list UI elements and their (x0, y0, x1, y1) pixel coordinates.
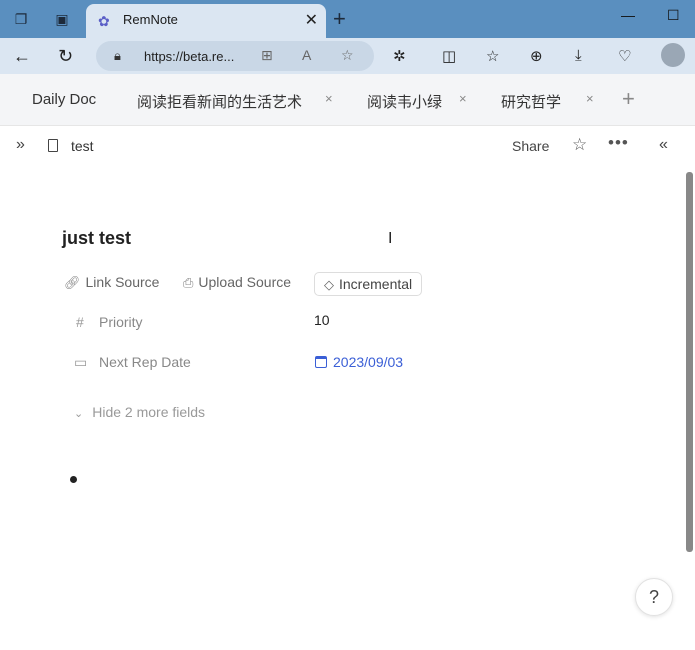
upload-source-label: Upload Source (198, 274, 292, 290)
help-button[interactable]: ? (635, 578, 673, 616)
app-available-icon[interactable]: ⊞ (261, 47, 273, 64)
link-icon: 🔗︎ (64, 275, 81, 290)
page-title[interactable]: just test (62, 228, 131, 249)
next-rep-date-label: Next Rep Date (99, 354, 191, 370)
browser-toolbar: ← ↻ 🔒︎ https://beta.re... ⊞ A ☆ ✲ ◫ ☆ ⊕ … (0, 38, 695, 74)
remnote-logo-icon: ✿ (98, 13, 110, 29)
expand-sidebar-icon[interactable]: » (16, 136, 25, 154)
pdf-icon: ⎙ (183, 275, 194, 290)
hash-icon: # (76, 314, 84, 330)
collections-icon[interactable]: ⊕ (530, 47, 543, 65)
calendar-icon (315, 356, 327, 368)
upload-source-button[interactable]: ⎙ Upload Source (183, 274, 291, 291)
browser-essentials-icon[interactable]: ♡ (618, 47, 631, 65)
more-options-icon[interactable]: ••• (608, 133, 629, 153)
close-tab-icon[interactable]: × (325, 91, 333, 106)
hide-more-fields-label: Hide 2 more fields (92, 404, 206, 420)
document-header: » test Share ☆ ••• « (0, 126, 695, 166)
browser-titlebar: ❐ ▣ ✿ RemNote ✕ + — ☐ (0, 0, 695, 38)
minimize-button[interactable]: — (621, 7, 635, 23)
incremental-tag[interactable]: ◇ Incremental (314, 272, 423, 296)
url-text[interactable]: https://beta.re... (144, 49, 234, 64)
lock-icon[interactable]: 🔒︎ (114, 48, 121, 64)
next-rep-date-value[interactable]: 2023/09/03 (315, 354, 403, 370)
close-tab-icon[interactable]: × (586, 91, 594, 106)
chevron-down-icon: ⌄ (74, 408, 84, 420)
incremental-label: Incremental (339, 276, 413, 292)
share-button[interactable]: Share (512, 138, 549, 154)
next-rep-date-text: 2023/09/03 (333, 354, 404, 370)
app-tab-daily-doc[interactable]: Daily Doc (32, 91, 96, 108)
link-source-button[interactable]: 🔗︎ Link Source (64, 274, 159, 291)
new-tab-button[interactable]: + (333, 8, 346, 30)
priority-value[interactable]: 10 (314, 312, 330, 328)
empty-rem-bullet[interactable] (70, 476, 77, 483)
extensions-icon[interactable]: ✲ (393, 47, 406, 65)
document-breadcrumb[interactable]: test (71, 138, 94, 154)
document-icon (48, 139, 58, 152)
tag-icon: ◇ (324, 277, 334, 292)
close-tab-icon[interactable]: × (459, 91, 467, 106)
calendar-outline-icon: ▭ (74, 354, 88, 370)
app-tab-1[interactable]: 阅读拒看新闻的生活艺术 (137, 91, 302, 112)
scrollbar[interactable] (686, 172, 693, 552)
maximize-button[interactable]: ☐ (667, 7, 680, 24)
app-tab-3[interactable]: 研究哲学 (501, 91, 561, 112)
refresh-icon[interactable]: ↻ (58, 46, 73, 66)
collapse-panel-icon[interactable]: « (659, 136, 668, 154)
address-bar[interactable]: 🔒︎ https://beta.re... ⊞ A ☆ (96, 41, 374, 71)
favorite-star-icon[interactable]: ☆ (341, 47, 354, 64)
close-tab-icon[interactable]: ✕ (305, 10, 318, 30)
app-tab-bar: Daily Doc 阅读拒看新闻的生活艺术 × 阅读韦小绿 × 研究哲学 × + (0, 74, 695, 126)
text-cursor-icon: I (388, 230, 393, 247)
tab-actions-icon[interactable]: ▣ (53, 10, 71, 28)
profile-avatar[interactable] (661, 43, 685, 67)
add-tab-button[interactable]: + (622, 86, 635, 112)
app-tab-2[interactable]: 阅读韦小绿 (367, 91, 442, 112)
favorites-icon[interactable]: ☆ (486, 47, 499, 65)
star-icon[interactable]: ☆ (572, 135, 587, 155)
downloads-icon[interactable]: ⤓ (575, 47, 582, 64)
split-screen-icon[interactable]: ◫ (442, 47, 456, 65)
priority-label: Priority (99, 314, 143, 330)
read-aloud-icon[interactable]: A (302, 47, 311, 63)
hide-more-fields-toggle[interactable]: ⌄ Hide 2 more fields (74, 404, 205, 420)
back-arrow-icon[interactable]: ← (13, 46, 31, 66)
workspaces-icon[interactable]: ❐ (12, 10, 30, 28)
browser-tab-remnote[interactable]: ✿ RemNote ✕ (86, 4, 326, 38)
browser-tab-title: RemNote (123, 12, 178, 27)
remnote-app: Daily Doc 阅读拒看新闻的生活艺术 × 阅读韦小绿 × 研究哲学 × +… (0, 74, 695, 650)
link-source-label: Link Source (85, 274, 160, 290)
